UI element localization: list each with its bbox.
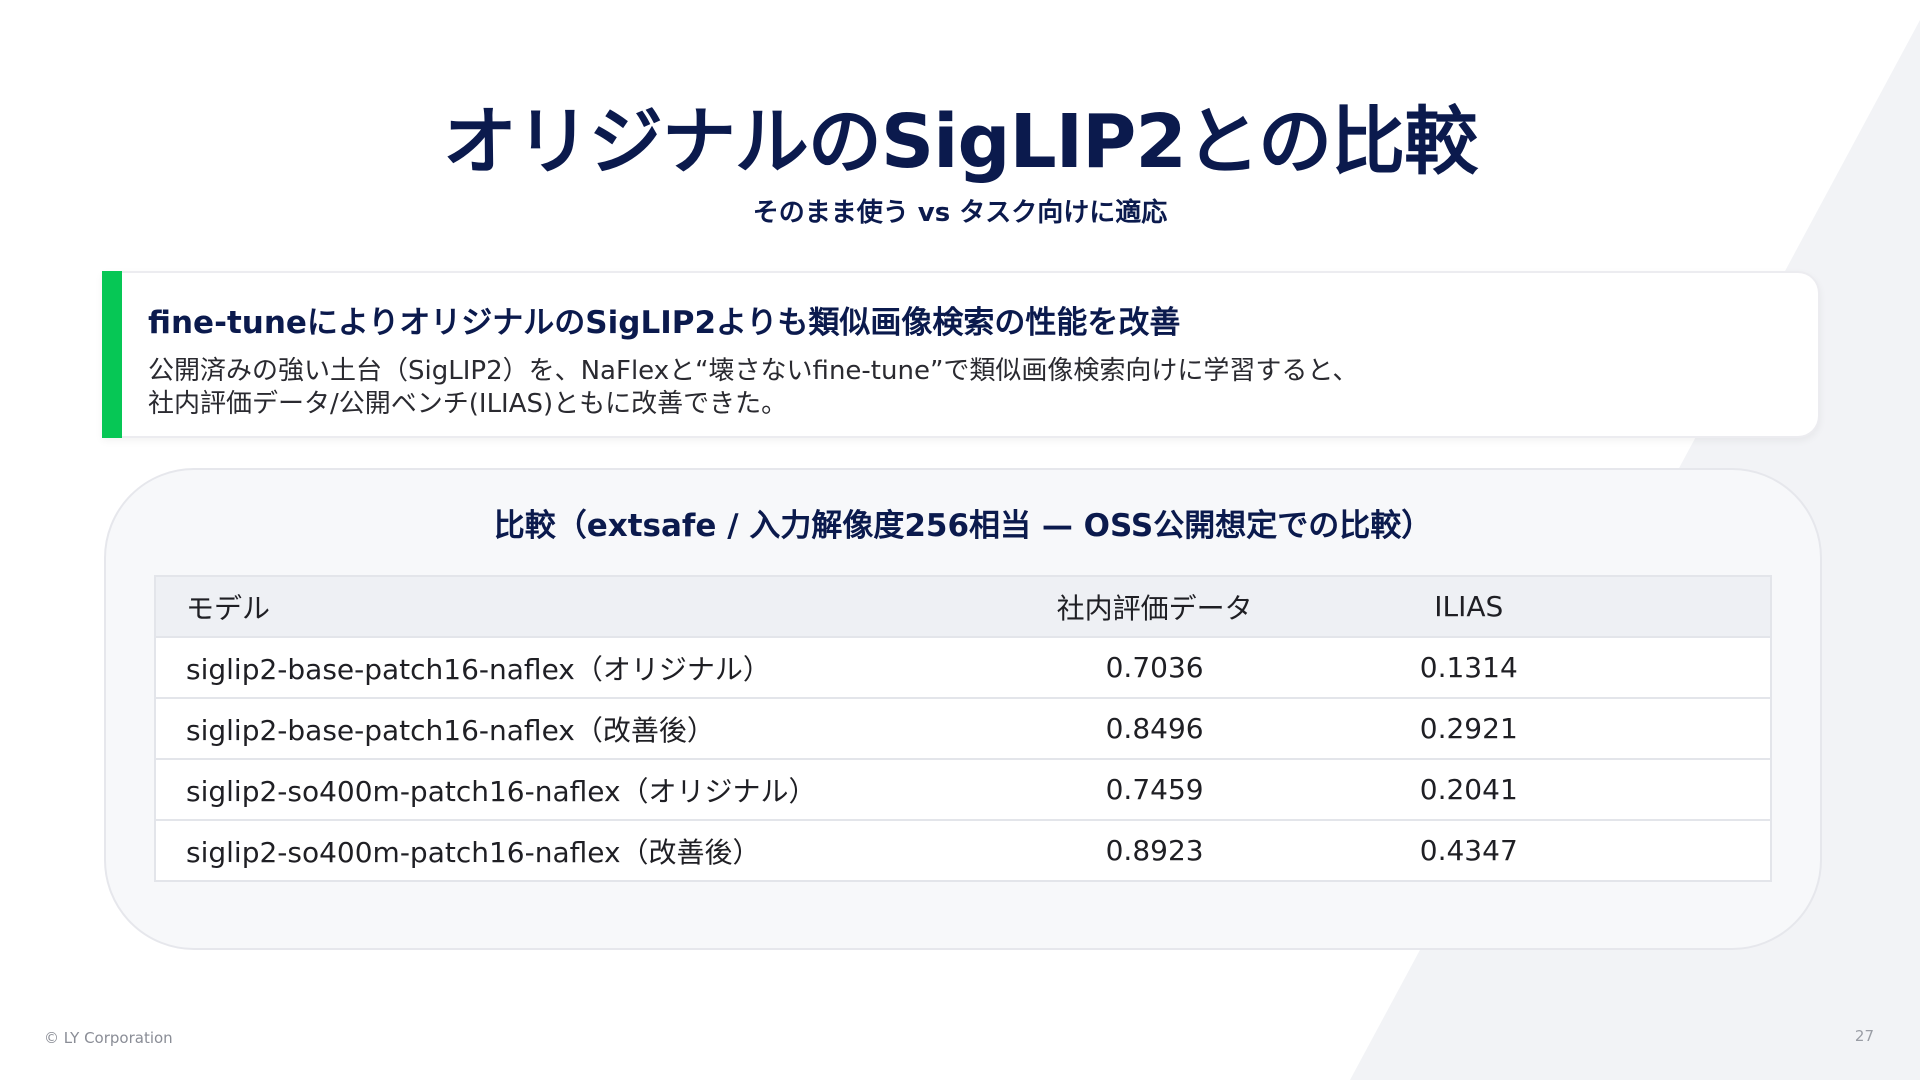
model-cell: siglip2-so400m-patch16-naflex（改善後）: [186, 835, 761, 869]
slide-title: オリジナルのSigLIP2との比較: [442, 99, 1478, 185]
model-cell: siglip2-base-patch16-naflex（オリジナル）: [155, 637, 998, 699]
spacer-cell: [1626, 820, 1771, 881]
callout-body: 公開済みの強い土台（SigLIP2）を、NaFlexと“壊さないfine-tun…: [148, 355, 1358, 421]
slide-subtitle: そのまま使う vs タスク向けに適応: [752, 198, 1168, 228]
table-row: siglip2-base-patch16-naflex（改善後） 0.8496 …: [155, 698, 1771, 760]
spacer-cell: [1625, 698, 1771, 760]
callout-accent-bar: [102, 271, 122, 438]
ilias-score-cell: 0.1314: [1311, 637, 1626, 699]
table-row: siglip2-so400m-patch16-naflex（改善後） 0.892…: [155, 820, 1771, 881]
callout-body-line-1: 公開済みの強い土台（SigLIP2）を、NaFlexと“壊さないfine-tun…: [148, 356, 1359, 386]
spacer-cell: [1625, 759, 1771, 821]
table-row: siglip2-base-patch16-naflex（オリジナル） 0.703…: [155, 637, 1771, 699]
column-header-ilias: ILIAS: [1311, 576, 1626, 638]
model-cell: siglip2-so400m-patch16-naflex（オリジナル）: [155, 759, 998, 821]
comparison-title: 比較（extsafe / 入力解像度256相当 — OSS公開想定での比較）: [493, 508, 1433, 544]
column-header-model: モデル: [155, 576, 998, 638]
callout-heading: fine-tuneによりオリジナルのSigLIP2よりも類似画像検索の性能を改善: [148, 305, 1181, 341]
internal-score-cell: 0.8496: [997, 698, 1312, 760]
internal-score-cell: 0.8923: [1105, 834, 1204, 867]
column-header-internal: 社内評価データ: [997, 576, 1312, 638]
ilias-score-cell: 0.2041: [1311, 759, 1626, 821]
internal-score-cell: 0.7459: [997, 759, 1312, 821]
page-number: 27: [1854, 1027, 1874, 1045]
model-cell: siglip2-base-patch16-naflex（改善後）: [155, 698, 998, 760]
callout-body-line-2: 社内評価データ/公開ベンチ(ILIAS)ともに改善できた。: [148, 389, 788, 419]
summary-callout: fine-tuneによりオリジナルのSigLIP2よりも類似画像検索の性能を改善…: [102, 271, 1820, 438]
ilias-score-cell: 0.2921: [1311, 698, 1626, 760]
slide: オリジナルのSigLIP2との比較 そのまま使う vs タスク向けに適応 fin…: [0, 0, 1920, 1080]
table-row: siglip2-so400m-patch16-naflex（オリジナル） 0.7…: [155, 759, 1771, 821]
copyright-footer: © LY Corporation: [44, 1029, 173, 1047]
internal-score-cell: 0.7036: [997, 637, 1312, 699]
ilias-score-cell: 0.4347: [1419, 834, 1518, 867]
spacer-cell: [1625, 637, 1771, 699]
comparison-table: モデル 社内評価データ ILIAS siglip2-base-patch16-n…: [154, 575, 1772, 882]
table-header-row: モデル 社内評価データ ILIAS: [155, 576, 1771, 638]
column-header-spacer: [1625, 576, 1771, 638]
comparison-panel: 比較（extsafe / 入力解像度256相当 — OSS公開想定での比較） モ…: [104, 468, 1822, 950]
